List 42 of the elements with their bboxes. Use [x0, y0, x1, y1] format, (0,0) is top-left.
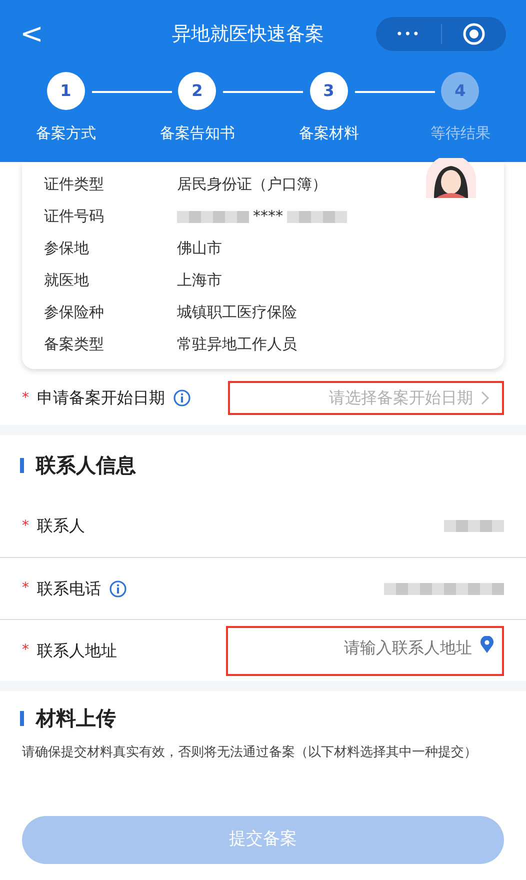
- page-title: 异地就医快速备案: [172, 22, 324, 47]
- required-mark: *: [22, 641, 29, 660]
- required-mark: *: [22, 579, 29, 598]
- step-number: 4: [441, 72, 480, 110]
- info-label: 证件类型: [44, 174, 105, 196]
- section-title: 联系人信息: [36, 452, 136, 479]
- back-button[interactable]: <: [20, 20, 44, 48]
- info-value: 城镇职工医疗保险: [177, 302, 297, 324]
- info-icon[interactable]: [173, 389, 191, 407]
- step-number: 1: [46, 72, 85, 110]
- field-label: 联系人: [37, 515, 85, 537]
- step-number: 3: [310, 72, 348, 110]
- step-label: 备案方式: [36, 123, 96, 144]
- blurred-value: [444, 517, 504, 535]
- step-number: 2: [178, 72, 216, 110]
- required-mark: *: [22, 516, 29, 536]
- section-title: 材料上传: [36, 705, 116, 732]
- info-label: 备案类型: [44, 334, 105, 356]
- info-label: 参保地: [44, 238, 90, 260]
- step-label: 备案告知书: [160, 123, 235, 144]
- info-label: 参保险种: [44, 302, 105, 324]
- info-icon[interactable]: [109, 580, 127, 598]
- info-value: 上海市: [177, 270, 222, 292]
- info-label: 就医地: [44, 270, 90, 292]
- date-picker[interactable]: 请选择备案开始日期: [228, 381, 504, 415]
- field-label: 联系电话: [37, 578, 101, 600]
- info-value: 居民身份证（户口簿）: [177, 174, 327, 196]
- field-label: 联系人地址: [37, 640, 117, 662]
- info-label: 证件号码: [44, 206, 105, 228]
- info-value: 佛山市: [177, 238, 222, 260]
- step-label: 等待结果: [430, 123, 490, 144]
- info-value: 常驻异地工作人员: [177, 334, 297, 356]
- chevron-right-icon: [481, 391, 490, 405]
- more-button[interactable]: •••: [376, 25, 440, 43]
- address-field[interactable]: 请输入联系人地址: [226, 626, 504, 676]
- upload-note: 请确保提交材料真实有效，否则将无法通过备案（以下材料选择其中一种提交）: [21, 744, 478, 762]
- field-label: 申请备案开始日期: [37, 387, 165, 409]
- step-label: 备案材料: [298, 123, 359, 144]
- required-mark: *: [22, 388, 29, 408]
- masked-id: ****: [253, 206, 283, 228]
- location-pin-icon: [480, 636, 494, 654]
- target-icon: [462, 22, 486, 46]
